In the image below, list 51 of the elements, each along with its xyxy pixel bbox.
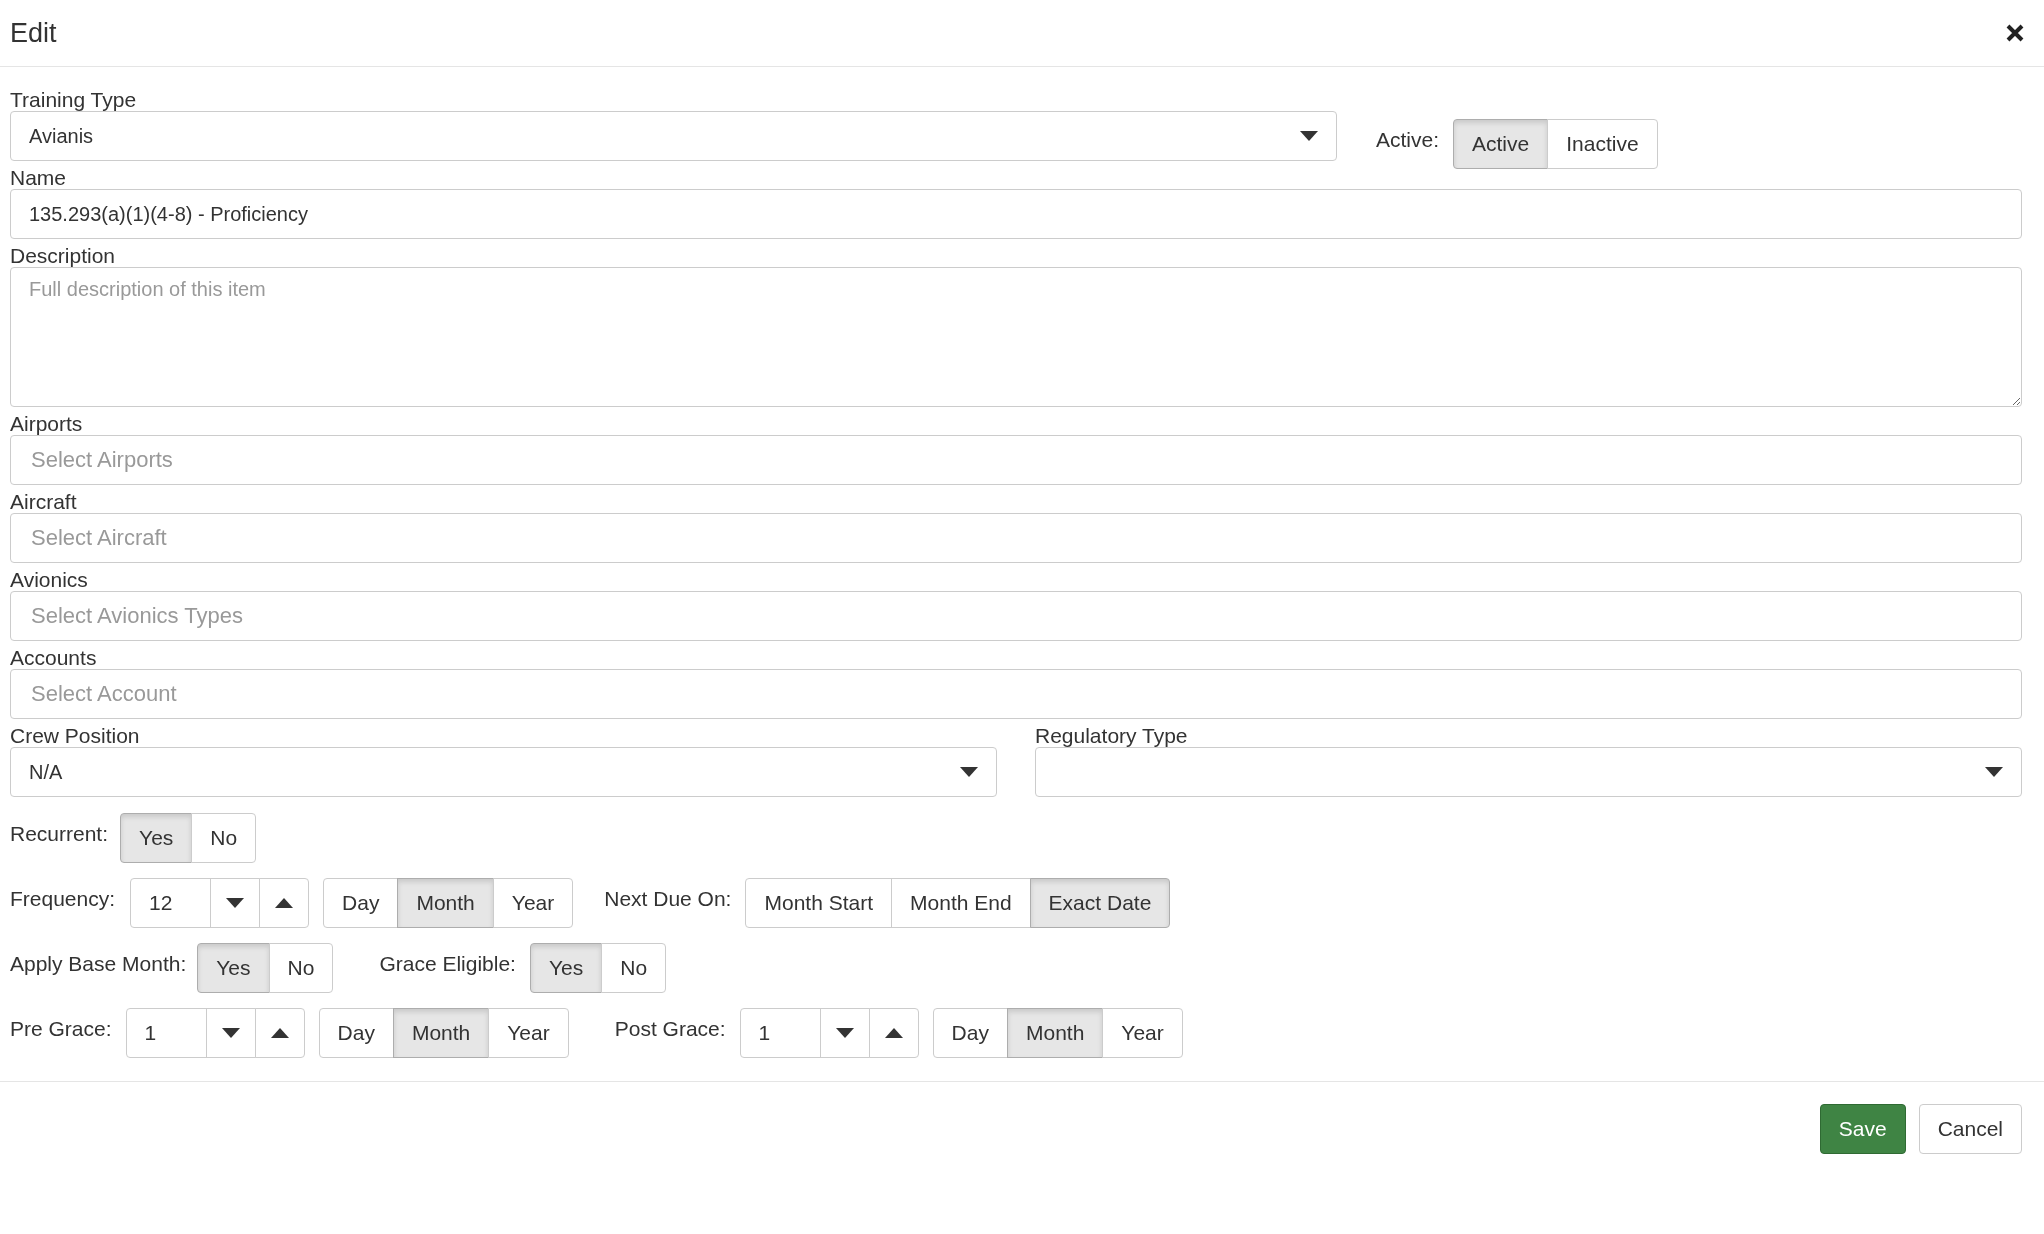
toggle-button[interactable]: Active [1453, 119, 1549, 169]
field-label: Aircraft [10, 491, 77, 513]
toggle-button[interactable]: Year [488, 1008, 569, 1058]
toggle-button[interactable]: Day [323, 878, 399, 928]
toggle-button[interactable]: Month Start [745, 878, 893, 928]
dialog-title: Edit [10, 17, 57, 49]
field-label: Next Due On: [604, 887, 732, 911]
number-field[interactable]: 1 [125, 1008, 207, 1058]
toggle-button[interactable]: Year [492, 878, 574, 928]
multi-select-field[interactable]: Select Avionics Types [10, 591, 2022, 641]
field-label: Accounts [10, 647, 97, 669]
cancel-button[interactable]: Cancel [1918, 1104, 2022, 1154]
number-field[interactable]: 1 [739, 1008, 821, 1058]
field-label: Regulatory Type [1035, 725, 1188, 747]
field-label: Recurrent: [10, 822, 109, 846]
toggle-button[interactable]: Yes [197, 943, 270, 993]
multi-select-field[interactable]: Select Aircraft [10, 513, 2022, 563]
toggle-button[interactable]: No [601, 943, 667, 993]
field-label: Name [10, 167, 67, 189]
field-label: Post Grace: [614, 1017, 726, 1041]
dropdown-field[interactable]: N/A [10, 747, 997, 797]
field-label: Apply Base Month: [10, 952, 187, 976]
toggle-button[interactable]: Inactive [1547, 119, 1658, 169]
toggle-button[interactable]: Month [397, 878, 494, 928]
text-field[interactable]: 135.293(a)(1)(4-8) - Proficiency [10, 189, 2022, 239]
toggle-button[interactable]: No [268, 943, 334, 993]
save-button[interactable]: Save [1819, 1104, 1906, 1154]
field-label: Description [10, 245, 116, 267]
toggle-button[interactable]: Month [1006, 1008, 1104, 1058]
dropdown-field[interactable]: Avianis [10, 111, 1337, 161]
field-label: Crew Position [10, 725, 140, 747]
toggle-button[interactable]: Month [392, 1008, 490, 1058]
toggle-button[interactable]: Exact Date [1029, 878, 1171, 928]
field-label: Pre Grace: [10, 1017, 112, 1041]
toggle-button[interactable]: Day [932, 1008, 1008, 1058]
toggle-button[interactable]: Yes [120, 813, 193, 863]
field-label: Grace Eligible: [379, 952, 516, 976]
number-field[interactable]: 12 [130, 878, 212, 928]
multi-select-field[interactable]: Select Account [10, 669, 2022, 719]
field-label: Active: [1376, 128, 1440, 152]
textarea-field[interactable]: Full description of this item [10, 267, 2022, 407]
toggle-button[interactable]: No [191, 813, 257, 863]
toggle-button[interactable]: Day [318, 1008, 394, 1058]
field-label: Airports [10, 413, 83, 435]
field-label: Frequency: [10, 887, 116, 911]
field-label: Avionics [10, 569, 88, 591]
field-label: Training Type [10, 89, 137, 111]
toggle-button[interactable]: Month End [891, 878, 1031, 928]
toggle-button[interactable]: Yes [529, 943, 603, 993]
multi-select-field[interactable]: Select Airports [10, 435, 2022, 485]
toggle-button[interactable]: Year [1102, 1008, 1183, 1058]
